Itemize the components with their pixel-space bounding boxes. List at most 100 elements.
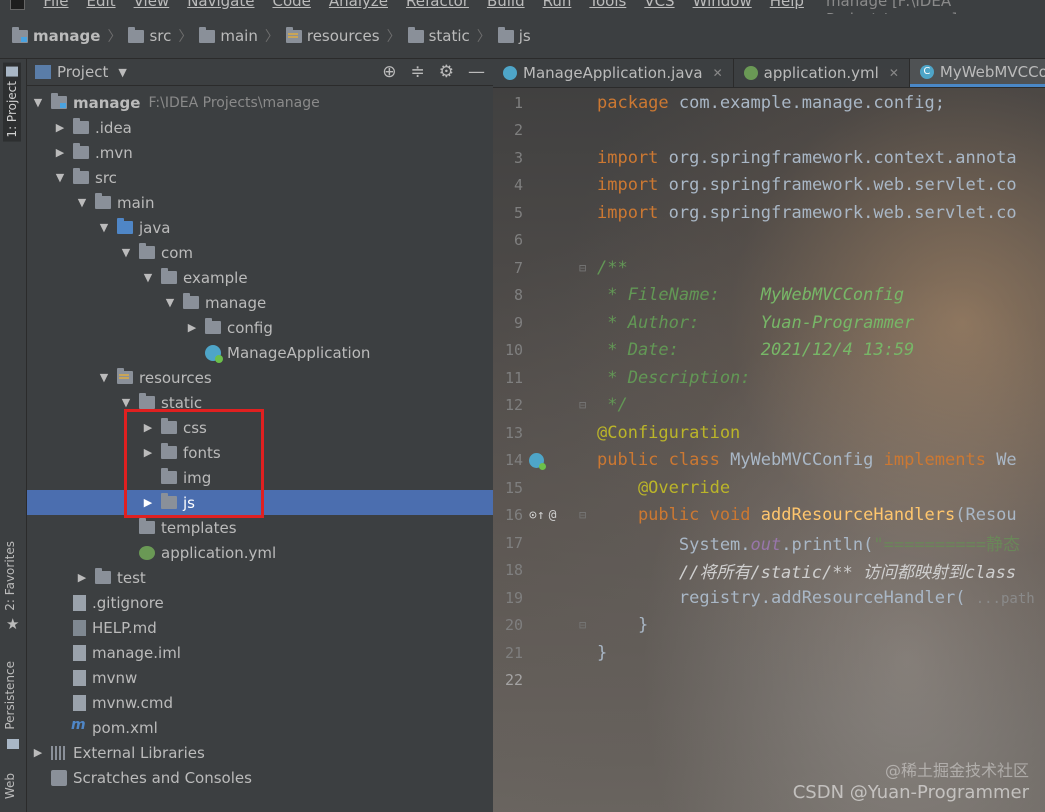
expand-arrow-icon[interactable]: ▼ [163, 296, 177, 309]
menu-analyze[interactable]: Analyze [329, 0, 388, 14]
collapse-arrow-icon[interactable]: ▶ [141, 496, 155, 509]
menu-edit[interactable]: Edit [87, 0, 116, 14]
tree-item-gitignore[interactable]: .gitignore [27, 590, 493, 615]
fold-icon[interactable]: ⊟ [579, 508, 586, 522]
crumb-manage[interactable]: manage [12, 26, 100, 45]
spring-bean-gutter-icon[interactable] [529, 452, 546, 470]
menu-navigate[interactable]: Navigate [187, 0, 254, 14]
favorites-tool-tab[interactable]: 2: Favorites [3, 541, 17, 611]
collapse-arrow-icon[interactable]: ▶ [31, 746, 45, 759]
tree-item-src[interactable]: ▼ src [27, 165, 493, 190]
crumb-src[interactable]: src [128, 26, 171, 45]
tree-item-com[interactable]: ▼ com [27, 240, 493, 265]
gear-icon[interactable]: ⚙ [439, 62, 454, 82]
crumb-static[interactable]: static [407, 26, 470, 45]
fold-icon[interactable]: ⊟ [579, 261, 586, 275]
markdown-file-icon [73, 619, 86, 636]
project-panel: Project ▼ ⊕ ≑ ⚙ — ▼ manage F:\IDEA Proje… [27, 59, 493, 812]
folder-icon [161, 418, 177, 434]
project-view-selector[interactable]: Project ▼ [35, 63, 127, 81]
expand-arrow-icon[interactable]: ▼ [97, 371, 111, 384]
collapse-arrow-icon[interactable]: ▶ [141, 446, 155, 459]
code-line: 12 ⊟ */ [504, 395, 628, 416]
expand-arrow-icon[interactable]: ▼ [31, 96, 45, 109]
tree-item-pom-xml[interactable]: pom.xml [27, 715, 493, 740]
folder-icon [95, 193, 111, 209]
tree-item-img[interactable]: img [27, 465, 493, 490]
expand-arrow-icon[interactable]: ▼ [97, 221, 111, 234]
at-gutter-icon[interactable]: @ [549, 508, 557, 523]
tree-item-config[interactable]: ▶ config [27, 315, 493, 340]
module-file-icon [73, 644, 86, 661]
tab-manage-application[interactable]: ManageApplication.java ✕ [493, 59, 734, 87]
code-line: 22 [504, 671, 523, 690]
tree-item-css[interactable]: ▶ css [27, 415, 493, 440]
tree-item-scratches[interactable]: Scratches and Consoles [27, 765, 493, 790]
override-gutter-icon[interactable]: ⊙↑ [529, 508, 545, 523]
menu-tools[interactable]: Tools [589, 0, 626, 14]
web-tool-tab[interactable]: Web [3, 773, 17, 799]
menu-run[interactable]: Run [543, 0, 572, 14]
locate-icon[interactable]: ⊕ [382, 62, 396, 82]
tree-item-java[interactable]: ▼ java [27, 215, 493, 240]
tree-item-help-md[interactable]: HELP.md [27, 615, 493, 640]
collapse-arrow-icon[interactable]: ▶ [53, 146, 67, 159]
code-line: 8 * FileName: MyWebMVCConfig [513, 285, 905, 306]
menu-refactor[interactable]: Refactor [406, 0, 469, 14]
fold-icon[interactable]: ⊟ [579, 398, 586, 412]
expand-arrow-icon[interactable]: ▼ [119, 396, 133, 409]
fold-icon[interactable]: ⊟ [579, 618, 586, 632]
expand-arrow-icon[interactable]: ▼ [119, 246, 133, 259]
tree-item-fonts[interactable]: ▶ fonts [27, 440, 493, 465]
scratches-icon [51, 769, 67, 786]
crumb-resources[interactable]: resources [285, 26, 380, 45]
tree-item-mvn[interactable]: ▶ .mvn [27, 140, 493, 165]
expand-arrow-icon[interactable]: ▼ [75, 196, 89, 209]
crumb-js[interactable]: js [497, 26, 531, 45]
persistence-tool-tab[interactable]: Persistence [3, 661, 17, 730]
menu-help[interactable]: Help [770, 0, 804, 14]
code-line: 9 * Author: Yuan-Programmer [513, 312, 915, 333]
tree-item-manage-application[interactable]: ManageApplication [27, 340, 493, 365]
tab-application-yml[interactable]: application.yml ✕ [734, 59, 910, 87]
expand-arrow-icon[interactable]: ▼ [53, 171, 67, 184]
collapse-arrow-icon[interactable]: ▶ [185, 321, 199, 334]
collapse-arrow-icon[interactable]: ▶ [75, 571, 89, 584]
tree-item-external-libraries[interactable]: ▶ External Libraries [27, 740, 493, 765]
tree-item-static[interactable]: ▼ static [27, 390, 493, 415]
close-icon[interactable]: ✕ [713, 66, 723, 80]
code-editor[interactable]: ManageApplication.java ✕ application.yml… [493, 59, 1045, 812]
menu-view[interactable]: View [134, 0, 170, 14]
tree-item-manage-iml[interactable]: manage.iml [27, 640, 493, 665]
menu-build[interactable]: Build [487, 0, 525, 14]
crumb-main[interactable]: main [199, 26, 258, 45]
menu-vcs[interactable]: VCS [644, 0, 674, 14]
tree-item-example[interactable]: ▼ example [27, 265, 493, 290]
tree-item-manage-package[interactable]: ▼ manage [27, 290, 493, 315]
tab-mywebmvcconfig[interactable]: C MyWebMVCConfig [909, 59, 1045, 87]
close-icon[interactable]: ✕ [889, 66, 899, 80]
expand-arrow-icon[interactable]: ▼ [141, 271, 155, 284]
tree-item-mvnw[interactable]: mvnw [27, 665, 493, 690]
tree-item-resources[interactable]: ▼ resources [27, 365, 493, 390]
menu-file[interactable]: File [43, 0, 68, 14]
tree-item-application-yml[interactable]: application.yml [27, 540, 493, 565]
collapse-arrow-icon[interactable]: ▶ [141, 421, 155, 434]
menu-window[interactable]: Window [693, 0, 752, 14]
tree-item-main[interactable]: ▼ main [27, 190, 493, 215]
tree-item-mvnw-cmd[interactable]: mvnw.cmd [27, 690, 493, 715]
hide-icon[interactable]: — [468, 62, 485, 82]
menu-code[interactable]: Code [272, 0, 310, 14]
project-tool-tab[interactable]: 1: Project [3, 63, 21, 142]
tree-item-js[interactable]: ▶ js [27, 490, 493, 515]
collapse-arrow-icon[interactable]: ▶ [53, 121, 67, 134]
tree-item-manage-root[interactable]: ▼ manage F:\IDEA Projects\manage [27, 90, 493, 115]
tree-item-test[interactable]: ▶ test [27, 565, 493, 590]
tree-item-idea[interactable]: ▶ .idea [27, 115, 493, 140]
spring-boot-app-icon [205, 344, 223, 363]
spring-boot-app-icon [503, 66, 517, 80]
tree-item-templates[interactable]: templates [27, 515, 493, 540]
code-area[interactable]: 1 package com.example.manage.config; 2 3… [493, 89, 1045, 694]
menu-bar: File Edit View Navigate Code Analyze Ref… [0, 0, 1045, 14]
collapse-all-icon[interactable]: ≑ [411, 62, 425, 82]
